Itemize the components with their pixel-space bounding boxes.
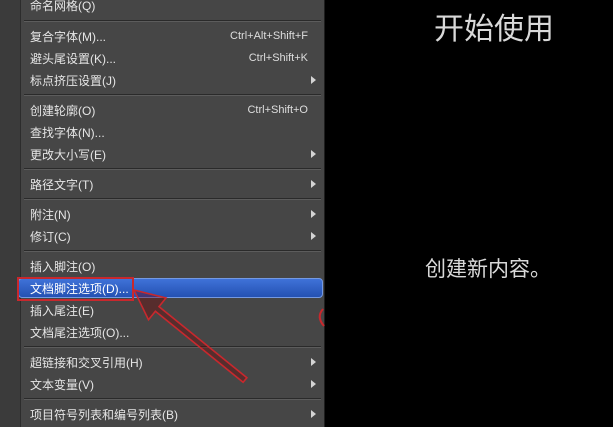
menu-separator — [0, 165, 324, 173]
menu-item-label: 更改大小写(E) — [30, 147, 106, 162]
menu-item-label: 修订(C) — [30, 229, 71, 244]
chevron-right-icon — [311, 76, 316, 84]
chevron-right-icon — [311, 232, 316, 240]
menu-item-label: 插入尾注(E) — [30, 303, 94, 318]
menu-item-label: 附注(N) — [30, 207, 71, 222]
menu-item-label: 创建轮廓(O) — [30, 103, 96, 118]
menu-item-insert-footnote[interactable]: 插入脚注(O) — [0, 255, 324, 277]
menu-separator — [0, 195, 324, 203]
chevron-right-icon — [311, 410, 316, 418]
menu-item-named-grids[interactable]: 命名网格(Q) — [0, 0, 324, 17]
menu-item-shortcut: Ctrl+Shift+O — [247, 104, 308, 116]
chevron-right-icon — [311, 180, 316, 188]
chevron-right-icon — [311, 358, 316, 366]
menu-item-shortcut: Ctrl+Alt+Shift+F — [230, 30, 308, 42]
menu-separator — [0, 247, 324, 255]
menu-item-document-endnote-options[interactable]: 文档尾注选项(O)... — [0, 321, 324, 343]
menu-item-label: 文档尾注选项(O)... — [30, 325, 130, 340]
menu-item-find-font[interactable]: 查找字体(N)... — [0, 121, 324, 143]
menu-item-shortcut: Ctrl+Shift+K — [248, 52, 308, 64]
menu-item-kinsoku-settings[interactable]: 避头尾设置(K)... Ctrl+Shift+K — [0, 47, 324, 69]
menu-item-label: 查找字体(N)... — [30, 125, 105, 140]
chevron-right-icon — [311, 380, 316, 388]
menu-item-mojikumi-settings[interactable]: 标点挤压设置(J) — [0, 69, 324, 91]
type-menu: 命名网格(Q) 复合字体(M)... Ctrl+Alt+Shift+F 避头尾设… — [0, 0, 325, 427]
menu-item-type-on-path[interactable]: 路径文字(T) — [0, 173, 324, 195]
menu-separator — [0, 343, 324, 351]
menu-separator — [0, 395, 324, 403]
menu-item-label: 命名网格(Q) — [30, 0, 96, 13]
home-subtitle[interactable]: 创建新内容。 — [425, 257, 551, 283]
home-title: 开始使用 — [434, 13, 554, 46]
menu-item-label: 文本变量(V) — [30, 377, 94, 392]
menu-separator — [0, 91, 324, 99]
menu-separator — [0, 17, 324, 25]
menu-item-label: 项目符号列表和编号列表(B) — [30, 407, 178, 422]
menu-item-text-variables[interactable]: 文本变量(V) — [0, 373, 324, 395]
menu-item-label: 插入脚注(O) — [30, 259, 96, 274]
chevron-right-icon — [311, 150, 316, 158]
menu-item-track-changes[interactable]: 修订(C) — [0, 225, 324, 247]
menu-item-notes[interactable]: 附注(N) — [0, 203, 324, 225]
menu-item-insert-endnote[interactable]: 插入尾注(E) — [0, 299, 324, 321]
menu-item-create-outlines[interactable]: 创建轮廓(O) Ctrl+Shift+O — [0, 99, 324, 121]
menu-item-label: 避头尾设置(K)... — [30, 51, 116, 66]
menu-item-label: 标点挤压设置(J) — [30, 73, 116, 88]
menu-item-bulleted-numbered-lists[interactable]: 项目符号列表和编号列表(B) — [0, 403, 324, 425]
menu-item-label: 路径文字(T) — [30, 177, 94, 192]
menu-item-change-case[interactable]: 更改大小写(E) — [0, 143, 324, 165]
home-panel: 开始使用 创建新内容。 — [330, 0, 613, 427]
menu-item-hyperlinks-cross-references[interactable]: 超链接和交叉引用(H) — [0, 351, 324, 373]
menu-item-label: 复合字体(M)... — [30, 29, 106, 44]
annotation-highlight-box — [17, 277, 134, 301]
menu-item-composite-fonts[interactable]: 复合字体(M)... Ctrl+Alt+Shift+F — [0, 25, 324, 47]
menu-item-label: 超链接和交叉引用(H) — [30, 355, 143, 370]
chevron-right-icon — [311, 210, 316, 218]
